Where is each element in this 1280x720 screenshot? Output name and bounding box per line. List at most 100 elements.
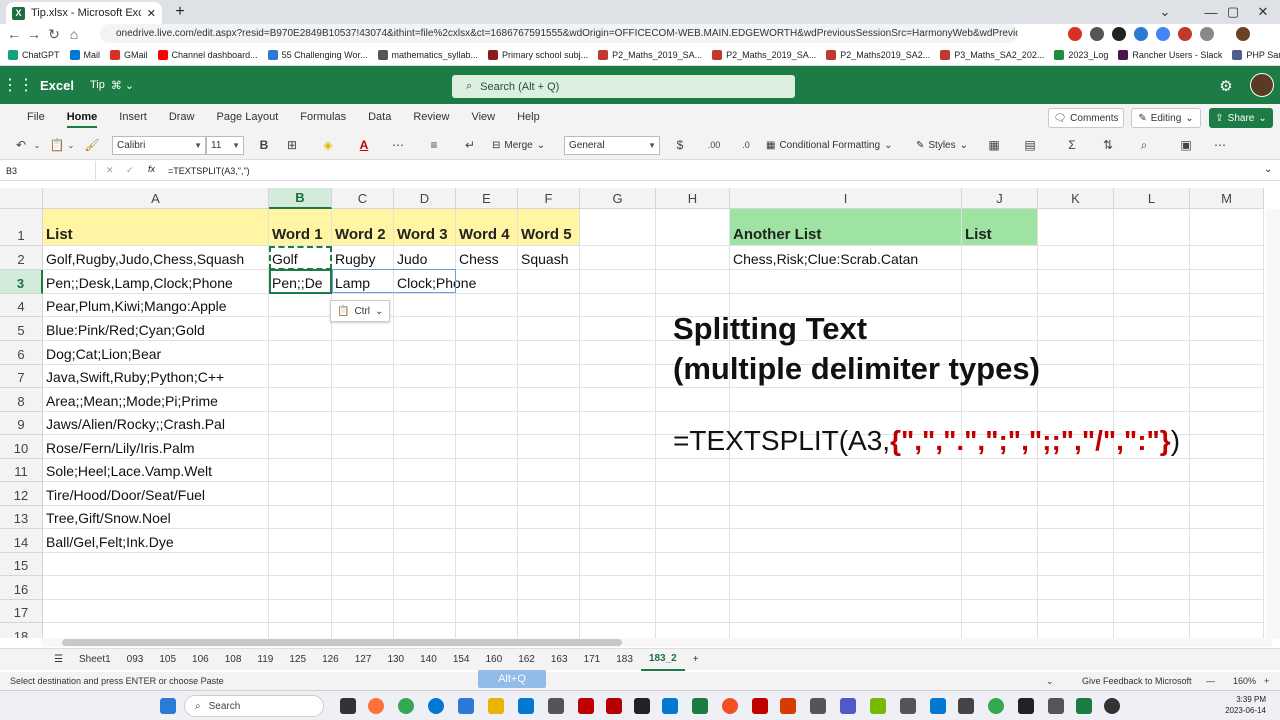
cell[interactable]: [518, 459, 580, 482]
excel-icon[interactable]: [1076, 698, 1092, 714]
cell[interactable]: [456, 412, 518, 435]
search-box[interactable]: ⌕ Search (Alt + Q): [452, 75, 795, 98]
cell[interactable]: [656, 623, 730, 638]
new-tab-button[interactable]: +: [170, 2, 190, 22]
list-cell[interactable]: Jaws/Alien/Rocky;;Crash.Pal: [43, 412, 269, 435]
cell[interactable]: [1114, 317, 1190, 341]
cell[interactable]: [1114, 553, 1190, 576]
cell[interactable]: [1038, 529, 1114, 553]
bookmark-item[interactable]: Primary school subj...: [488, 49, 588, 60]
more-icon[interactable]: ⋯: [1212, 136, 1228, 154]
cell[interactable]: [1038, 294, 1114, 317]
app-icon[interactable]: [692, 698, 708, 714]
bookmark-item[interactable]: Channel dashboard...: [157, 49, 258, 60]
cell[interactable]: [518, 529, 580, 553]
extension-icon[interactable]: [1178, 27, 1192, 41]
word-cell[interactable]: Judo: [394, 246, 456, 270]
cell[interactable]: [730, 553, 962, 576]
format-table-icon[interactable]: ▦: [986, 136, 1002, 154]
cell[interactable]: [1038, 459, 1114, 482]
filezilla-icon[interactable]: [578, 698, 594, 714]
cell[interactable]: [332, 459, 394, 482]
settings-gear-icon[interactable]: ⚙: [1216, 76, 1236, 96]
cell[interactable]: [518, 270, 580, 294]
currency-button[interactable]: $: [672, 136, 688, 154]
list-cell[interactable]: Java,Swift,Ruby;Python;C++: [43, 365, 269, 388]
cell[interactable]: [580, 435, 656, 459]
cell[interactable]: [1190, 506, 1264, 529]
cell[interactable]: [656, 388, 730, 412]
cell[interactable]: [656, 209, 730, 246]
ribbon-tab-draw[interactable]: Draw: [158, 104, 206, 130]
cell[interactable]: [456, 623, 518, 638]
cell[interactable]: [394, 388, 456, 412]
list-cell[interactable]: Golf,Rugby,Judo,Chess,Squash: [43, 246, 269, 270]
cell[interactable]: [269, 317, 332, 341]
analyze-data-icon[interactable]: ▣: [1178, 136, 1194, 154]
comments-button[interactable]: 🗨 Comments: [1048, 108, 1124, 128]
cell[interactable]: [962, 388, 1038, 412]
row-header-11[interactable]: 11: [0, 459, 43, 482]
edge-icon[interactable]: [428, 698, 444, 714]
cell[interactable]: [1038, 365, 1114, 388]
row-header-3[interactable]: 3: [0, 270, 43, 294]
cell[interactable]: [962, 529, 1038, 553]
cell[interactable]: [518, 294, 580, 317]
bookmark-item[interactable]: PHP Sandbox - Exe...: [1232, 49, 1280, 60]
cell[interactable]: [1190, 623, 1264, 638]
cell[interactable]: [656, 246, 730, 270]
word-cell[interactable]: Chess: [456, 246, 518, 270]
cell[interactable]: [1038, 553, 1114, 576]
list-cell[interactable]: Sole;Heel;Lace.Vamp.Welt: [43, 459, 269, 482]
styles-button[interactable]: ✎ Styles ⌄: [916, 136, 968, 154]
app-launcher-icon[interactable]: ⋮⋮: [0, 66, 36, 104]
cell[interactable]: [394, 600, 456, 623]
task-view-icon[interactable]: [340, 698, 356, 714]
cell[interactable]: [1114, 529, 1190, 553]
word-cell[interactable]: Rugby: [332, 246, 394, 270]
cell[interactable]: [269, 600, 332, 623]
cell[interactable]: [269, 623, 332, 638]
cell[interactable]: [962, 553, 1038, 576]
extension-icon[interactable]: [1068, 27, 1082, 41]
row-header-13[interactable]: 13: [0, 506, 43, 529]
sheet-tab[interactable]: 126: [314, 649, 347, 671]
bookmark-item[interactable]: Rancher Users - Slack: [1118, 49, 1222, 60]
cell[interactable]: [962, 459, 1038, 482]
cell[interactable]: [1114, 623, 1190, 638]
list-cell[interactable]: Blue:Pink/Red;Cyan;Gold: [43, 317, 269, 341]
cell[interactable]: [1190, 553, 1264, 576]
cell[interactable]: [1190, 576, 1264, 600]
list-header-cell[interactable]: List: [43, 209, 269, 246]
cell[interactable]: [580, 209, 656, 246]
column-header-h[interactable]: H: [656, 188, 730, 209]
zoom-out-icon[interactable]: —: [1206, 676, 1215, 686]
windows-start-icon[interactable]: [160, 698, 176, 714]
column-header-l[interactable]: L: [1114, 188, 1190, 209]
find-icon[interactable]: ⌕: [1136, 136, 1152, 154]
cell[interactable]: [1038, 246, 1114, 270]
decimal-icon[interactable]: .00: [706, 136, 722, 154]
cell[interactable]: [456, 365, 518, 388]
row-header-15[interactable]: 15: [0, 553, 43, 576]
cell[interactable]: [332, 623, 394, 638]
bookmark-item[interactable]: mathematics_syllab...: [377, 49, 478, 60]
decimal-icon[interactable]: .0: [738, 136, 754, 154]
cell[interactable]: [656, 600, 730, 623]
pdf-icon[interactable]: [606, 698, 622, 714]
cell[interactable]: [730, 388, 962, 412]
cell[interactable]: [332, 388, 394, 412]
cell[interactable]: [580, 576, 656, 600]
cell[interactable]: [656, 576, 730, 600]
merge-button[interactable]: ⊟ Merge ⌄: [492, 136, 545, 154]
row-header-18[interactable]: 18: [0, 623, 43, 638]
cell[interactable]: [962, 623, 1038, 638]
sheet-tab[interactable]: 163: [543, 649, 576, 671]
cell[interactable]: [580, 412, 656, 435]
vscode-icon[interactable]: [662, 698, 678, 714]
conditional-formatting-button[interactable]: ▦ Conditional Formatting ⌄: [766, 136, 892, 154]
cell[interactable]: [580, 341, 656, 365]
browser-tab[interactable]: X Tip.xlsx - Microsoft Excel Online ✕: [6, 2, 162, 24]
sheet-tab[interactable]: 160: [478, 649, 511, 671]
cell[interactable]: [394, 341, 456, 365]
